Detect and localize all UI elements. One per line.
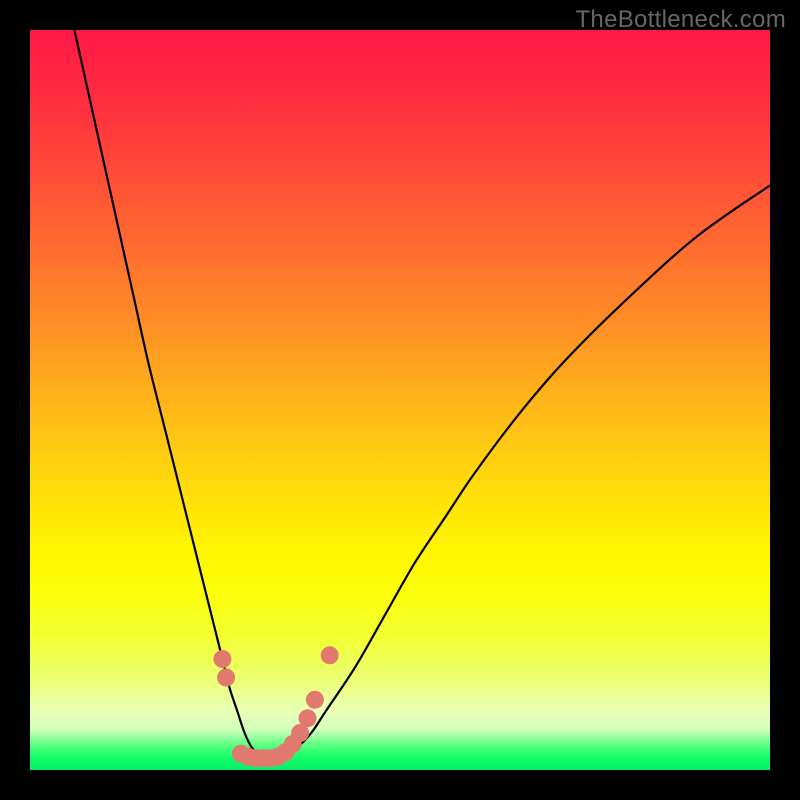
watermark-text: TheBottleneck.com <box>575 6 786 34</box>
background-gradient <box>30 30 770 770</box>
plot-area <box>30 30 770 770</box>
chart-frame: TheBottleneck.com <box>0 0 800 800</box>
